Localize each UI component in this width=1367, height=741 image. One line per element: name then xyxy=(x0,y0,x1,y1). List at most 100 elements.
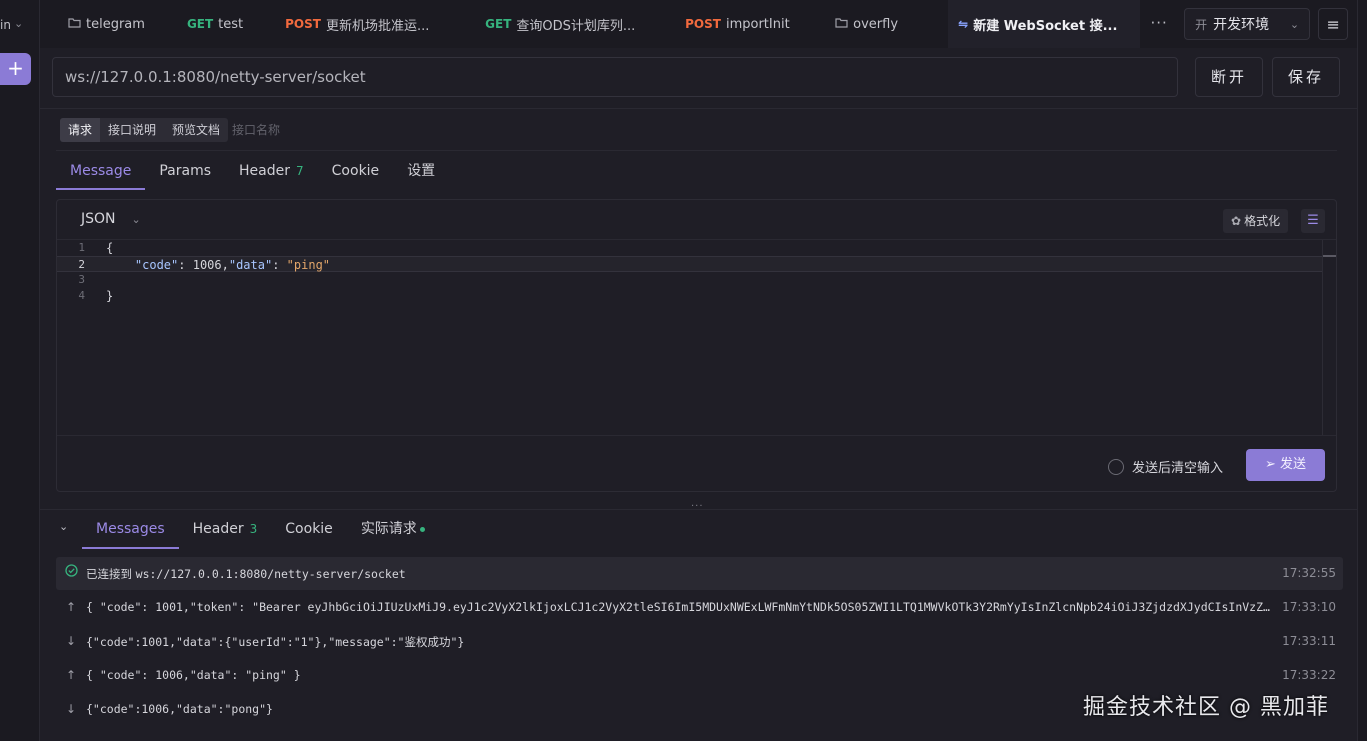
tab-label: 新建 WebSocket 接... xyxy=(973,18,1118,34)
websocket-icon: ⇋ xyxy=(958,17,969,31)
app-window: in ⌄ + telegram GET test POST 更新机场批准运...… xyxy=(0,0,1367,741)
json-key: "code" xyxy=(134,258,179,272)
editor-footer: 发送后清空输入 ➢ 发送 xyxy=(57,435,1336,493)
list-item[interactable]: 已连接到 ws://127.0.0.1:8080/netty-server/so… xyxy=(56,557,1343,590)
tab-header[interactable]: Header 7 xyxy=(225,152,318,190)
tab-settings[interactable]: 设置 xyxy=(393,152,449,190)
editor-header: JSON ⌄ ✿ 格式化 ☰ xyxy=(57,200,1336,240)
url-bar xyxy=(52,57,1178,97)
arrow-down-icon: ↓ xyxy=(65,702,77,716)
message-json: {"code":1001,"data":{"userId":"1"},"mess… xyxy=(86,635,405,649)
checkbox-label: 发送后清空输入 xyxy=(1132,461,1224,476)
tab-cookie[interactable]: Cookie xyxy=(318,152,394,190)
subnav-request[interactable]: 请求 xyxy=(60,118,101,142)
format-button-label: 格式化 xyxy=(1244,214,1281,228)
json-comma: , xyxy=(221,258,229,272)
environment-label: 开发环境 xyxy=(1213,17,1270,33)
clear-after-send-checkbox[interactable]: 发送后清空输入 xyxy=(1108,457,1223,476)
url-input[interactable] xyxy=(53,58,1177,96)
tab-label: Cookie xyxy=(285,521,333,537)
code-line: 4 } xyxy=(57,288,1323,304)
request-subnav: 请求 接口说明 预览文档 xyxy=(60,118,433,142)
left-sidebar-strip: in ⌄ + xyxy=(0,0,40,741)
tab-post-importinit[interactable]: POST importInit xyxy=(657,0,807,48)
sidebar-label: in xyxy=(0,18,11,32)
tab-label: test xyxy=(218,16,244,32)
tab-params[interactable]: Params xyxy=(145,152,225,190)
hamburger-menu-icon[interactable]: ≡ xyxy=(1318,8,1349,40)
folder-icon xyxy=(68,17,81,32)
method-badge: POST xyxy=(285,17,321,31)
send-button[interactable]: ➢ 发送 xyxy=(1246,449,1325,481)
line-text: } xyxy=(106,289,114,303)
tab-message[interactable]: Message xyxy=(56,152,146,190)
header-count-badge: 7 xyxy=(296,164,304,178)
check-circle-icon xyxy=(65,564,78,581)
list-item[interactable]: ↑ { "code": 1001,"token": "Bearer eyJhbG… xyxy=(56,591,1343,625)
chevron-down-icon[interactable]: ⌄ xyxy=(14,17,23,30)
list-item[interactable]: ↓ {"code":1001,"data":{"userId":"1"},"me… xyxy=(56,625,1343,659)
connected-prefix: 已连接到 xyxy=(86,567,136,581)
checkbox-circle[interactable] xyxy=(1108,458,1124,475)
tab-websocket[interactable]: ⇋ 新建 WebSocket 接... xyxy=(948,0,1141,48)
subnav-api-description[interactable]: 接口说明 xyxy=(100,118,164,142)
drag-handle-icon[interactable]: ··· xyxy=(691,502,704,512)
paper-plane-icon: ➢ xyxy=(1265,457,1276,472)
code-line-current: 2 "code": 1006,"data": "ping" xyxy=(57,256,1323,272)
tab-label: Header xyxy=(239,163,291,179)
disconnect-button[interactable]: 断开 xyxy=(1195,57,1263,97)
message-text: 已连接到 ws://127.0.0.1:8080/netty-server/so… xyxy=(86,566,1272,582)
header-count-badge: 3 xyxy=(249,522,258,536)
message-text: { "code": 1006,"data": "ping" } xyxy=(86,668,301,682)
connected-url: ws://127.0.0.1:8080/netty-server/socket xyxy=(135,567,406,581)
folder-icon xyxy=(835,17,848,32)
subnav-preview-doc[interactable]: 预览文档 xyxy=(164,118,228,142)
tab-label: Cookie xyxy=(331,163,380,179)
line-number: 3 xyxy=(78,273,85,286)
collapse-chevron-icon[interactable]: ⌄ xyxy=(59,520,68,533)
api-name-input[interactable] xyxy=(232,123,433,137)
format-label: JSON xyxy=(81,211,116,227)
body-format-select[interactable]: JSON ⌄ xyxy=(81,211,141,227)
live-status-dot xyxy=(419,526,425,532)
tab-messages[interactable]: Messages xyxy=(82,511,179,549)
tab-label: Message xyxy=(70,163,132,179)
watermark: 掘金技术社区 @ 黑加菲 xyxy=(1083,695,1329,720)
arrow-up-icon: ↑ xyxy=(65,600,77,614)
list-item[interactable]: ↑ { "code": 1006,"data": "ping" } 17:33:… xyxy=(56,659,1343,693)
editor-scrollbar[interactable] xyxy=(1322,240,1336,435)
divider xyxy=(40,108,1357,109)
right-edge-strip xyxy=(1357,0,1367,741)
tab-get-query-ods[interactable]: GET 查询ODS计划库列... xyxy=(457,0,657,48)
tab-overfly[interactable]: overfly xyxy=(807,0,948,48)
message-editor-panel: JSON ⌄ ✿ 格式化 ☰ 1 { 2 "code": 1006,"data":… xyxy=(56,199,1337,492)
format-icon: ✿ xyxy=(1231,214,1242,228)
chevron-down-icon: ⌄ xyxy=(131,212,141,226)
tab-response-header[interactable]: Header 3 xyxy=(179,511,272,549)
tab-post-update[interactable]: POST 更新机场批准运... xyxy=(257,0,457,48)
more-tabs-button[interactable]: ··· xyxy=(1140,0,1178,48)
tab-label: Header xyxy=(192,521,244,537)
message-json-tail: "} xyxy=(450,635,465,649)
message-zh-text: 鉴权成功 xyxy=(404,635,451,649)
message-time: 17:33:10 xyxy=(1282,600,1336,614)
wrap-lines-icon[interactable]: ☰ xyxy=(1301,209,1325,233)
code-line: 1 { xyxy=(57,240,1323,256)
json-key: "data" xyxy=(228,258,273,272)
tab-get-test[interactable]: GET test xyxy=(159,0,257,48)
tab-telegram[interactable]: telegram xyxy=(40,0,159,48)
code-line: 3 xyxy=(57,272,1323,288)
format-button[interactable]: ✿ 格式化 xyxy=(1223,209,1289,233)
save-button[interactable]: 保存 xyxy=(1272,57,1340,97)
panel-splitter[interactable]: ··· xyxy=(40,502,1357,512)
tab-response-cookie[interactable]: Cookie xyxy=(271,511,347,549)
add-button[interactable]: + xyxy=(0,53,31,85)
environment-select[interactable]: 开 开发环境 ⌄ xyxy=(1184,8,1311,40)
json-string: "ping" xyxy=(286,258,331,272)
tab-actual-request[interactable]: 实际请求 xyxy=(347,511,439,549)
tab-label: 更新机场批准运... xyxy=(325,18,430,34)
tab-label: 查询ODS计划库列... xyxy=(516,18,636,34)
tab-label: Messages xyxy=(96,521,165,537)
code-editor[interactable]: 1 { 2 "code": 1006,"data": "ping" 3 4 } xyxy=(57,240,1323,435)
scroll-marker xyxy=(1323,255,1336,257)
